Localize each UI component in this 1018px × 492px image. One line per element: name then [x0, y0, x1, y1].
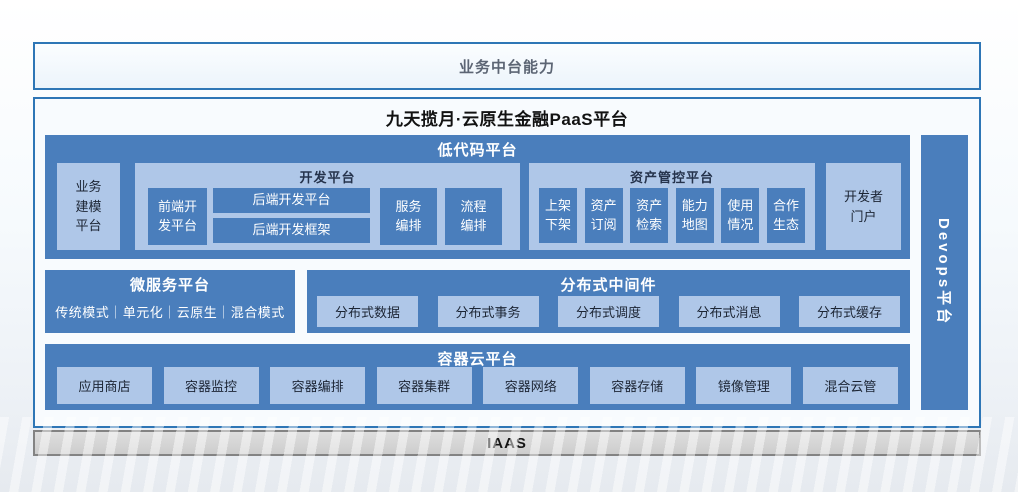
business-modeling-line1: 业务: [75, 177, 101, 197]
asset-subscription-line1: 资产: [591, 197, 617, 215]
backend-platform-label: 后端开发平台: [252, 191, 330, 210]
container-item-network: 容器网络: [483, 367, 578, 404]
container-cloud-items-row: 应用商店 容器监控 容器编排 容器集群 容器网络 容器存储 镜像管理 混合云管: [45, 367, 910, 404]
devops-platform-title: Devops平台: [934, 218, 955, 326]
backend-dev-platform-box: 后端开发平台: [213, 188, 370, 213]
business-middle-platform-label: 业务中台能力: [459, 56, 555, 77]
asset-listing-line1: 上架: [545, 197, 571, 215]
middleware-item-transaction: 分布式事务: [438, 296, 539, 327]
process-orchestration-box: 流程 编排: [445, 188, 502, 245]
microservice-platform-title: 微服务平台: [45, 270, 295, 295]
middleware-item-data: 分布式数据: [317, 296, 418, 327]
asset-control-platform-group: 资产管控平台 上架 下架 资产 订阅 资产 检索 能力: [529, 163, 815, 250]
asset-item-search: 资产 检索: [630, 188, 668, 243]
asset-control-items-row: 上架 下架 资产 订阅 资产 检索 能力 地图: [529, 188, 815, 243]
iaas-bar: IAAS: [33, 430, 981, 456]
frontend-line2: 发平台: [158, 217, 197, 236]
asset-subscription-line2: 订阅: [591, 216, 617, 234]
middleware-item-scheduling: 分布式调度: [558, 296, 659, 327]
middleware-item-message: 分布式消息: [679, 296, 780, 327]
container-item-hybrid-cloud: 混合云管: [803, 367, 898, 404]
asset-item-subscription: 资产 订阅: [585, 188, 623, 243]
middleware-item-cache: 分布式缓存: [799, 296, 900, 327]
asset-search-line2: 检索: [636, 216, 662, 234]
section-microservice-platform: 微服务平台 传统模式｜单元化｜云原生｜混合模式: [45, 270, 295, 333]
process-orch-line2: 编排: [460, 217, 486, 236]
business-middle-platform-banner: 业务中台能力: [33, 42, 981, 90]
lowcode-platform-title: 低代码平台: [45, 135, 910, 160]
container-item-cluster: 容器集群: [377, 367, 472, 404]
asset-listing-line2: 下架: [545, 216, 571, 234]
middleware-items-row: 分布式数据 分布式事务 分布式调度 分布式消息 分布式缓存: [307, 296, 910, 327]
process-orch-line1: 流程: [460, 198, 486, 217]
section-container-cloud-platform: 容器云平台 应用商店 容器监控 容器编排 容器集群 容器网络 容器存储 镜像管理…: [45, 344, 910, 410]
developer-portal-box: 开发者 门户: [826, 163, 901, 250]
asset-search-line1: 资产: [636, 197, 662, 215]
dev-platform-group: 开发平台 前端开 发平台 后端开发平台 后端开发框架 服务 编排 流程 编排: [135, 163, 520, 250]
distributed-middleware-title: 分布式中间件: [307, 270, 910, 295]
business-modeling-line2: 建模: [75, 197, 101, 217]
container-item-orchestration: 容器编排: [270, 367, 365, 404]
container-item-monitoring: 容器监控: [164, 367, 259, 404]
microservice-modes: 传统模式｜单元化｜云原生｜混合模式: [45, 302, 295, 321]
section-devops-platform: Devops平台: [921, 135, 968, 410]
paas-platform-title: 九天揽月·云原生金融PaaS平台: [35, 99, 979, 130]
frontend-line1: 前端开: [158, 198, 197, 217]
section-distributed-middleware: 分布式中间件 分布式数据 分布式事务 分布式调度 分布式消息 分布式缓存: [307, 270, 910, 333]
asset-item-usage: 使用 情况: [721, 188, 759, 243]
container-cloud-title: 容器云平台: [45, 344, 910, 369]
backend-framework-label: 后端开发框架: [252, 221, 330, 240]
asset-capability-line1: 能力: [682, 197, 708, 215]
container-item-image-mgmt: 镜像管理: [696, 367, 791, 404]
container-item-storage: 容器存储: [590, 367, 685, 404]
asset-control-platform-title: 资产管控平台: [529, 163, 815, 186]
developer-portal-line1: 开发者: [844, 187, 883, 207]
architecture-diagram: 业务中台能力 九天揽月·云原生金融PaaS平台 低代码平台 业务 建模 平台 开…: [0, 0, 1018, 492]
service-orch-line1: 服务: [395, 198, 421, 217]
asset-item-listing: 上架 下架: [539, 188, 577, 243]
service-orchestration-box: 服务 编排: [380, 188, 437, 245]
service-orch-line2: 编排: [395, 217, 421, 236]
container-item-app-store: 应用商店: [57, 367, 152, 404]
asset-ecosystem-line1: 合作: [773, 197, 799, 215]
frontend-dev-platform-box: 前端开 发平台: [148, 188, 207, 245]
asset-capability-line2: 地图: [682, 216, 708, 234]
asset-usage-line2: 情况: [727, 216, 753, 234]
asset-usage-line1: 使用: [727, 197, 753, 215]
section-lowcode-platform: 低代码平台 业务 建模 平台 开发平台 前端开 发平台 后端开发平台 后端开发框…: [45, 135, 910, 259]
asset-item-capability-map: 能力 地图: [676, 188, 714, 243]
paas-platform-container: 九天揽月·云原生金融PaaS平台 低代码平台 业务 建模 平台 开发平台 前端开…: [33, 97, 981, 428]
asset-item-ecosystem: 合作 生态: [767, 188, 805, 243]
developer-portal-line2: 门户: [850, 207, 876, 227]
asset-ecosystem-line2: 生态: [773, 216, 799, 234]
iaas-label: IAAS: [487, 435, 527, 452]
backend-dev-framework-box: 后端开发框架: [213, 218, 370, 243]
business-modeling-line3: 平台: [75, 216, 101, 236]
business-modeling-platform-box: 业务 建模 平台: [57, 163, 120, 250]
dev-platform-title: 开发平台: [135, 163, 520, 186]
